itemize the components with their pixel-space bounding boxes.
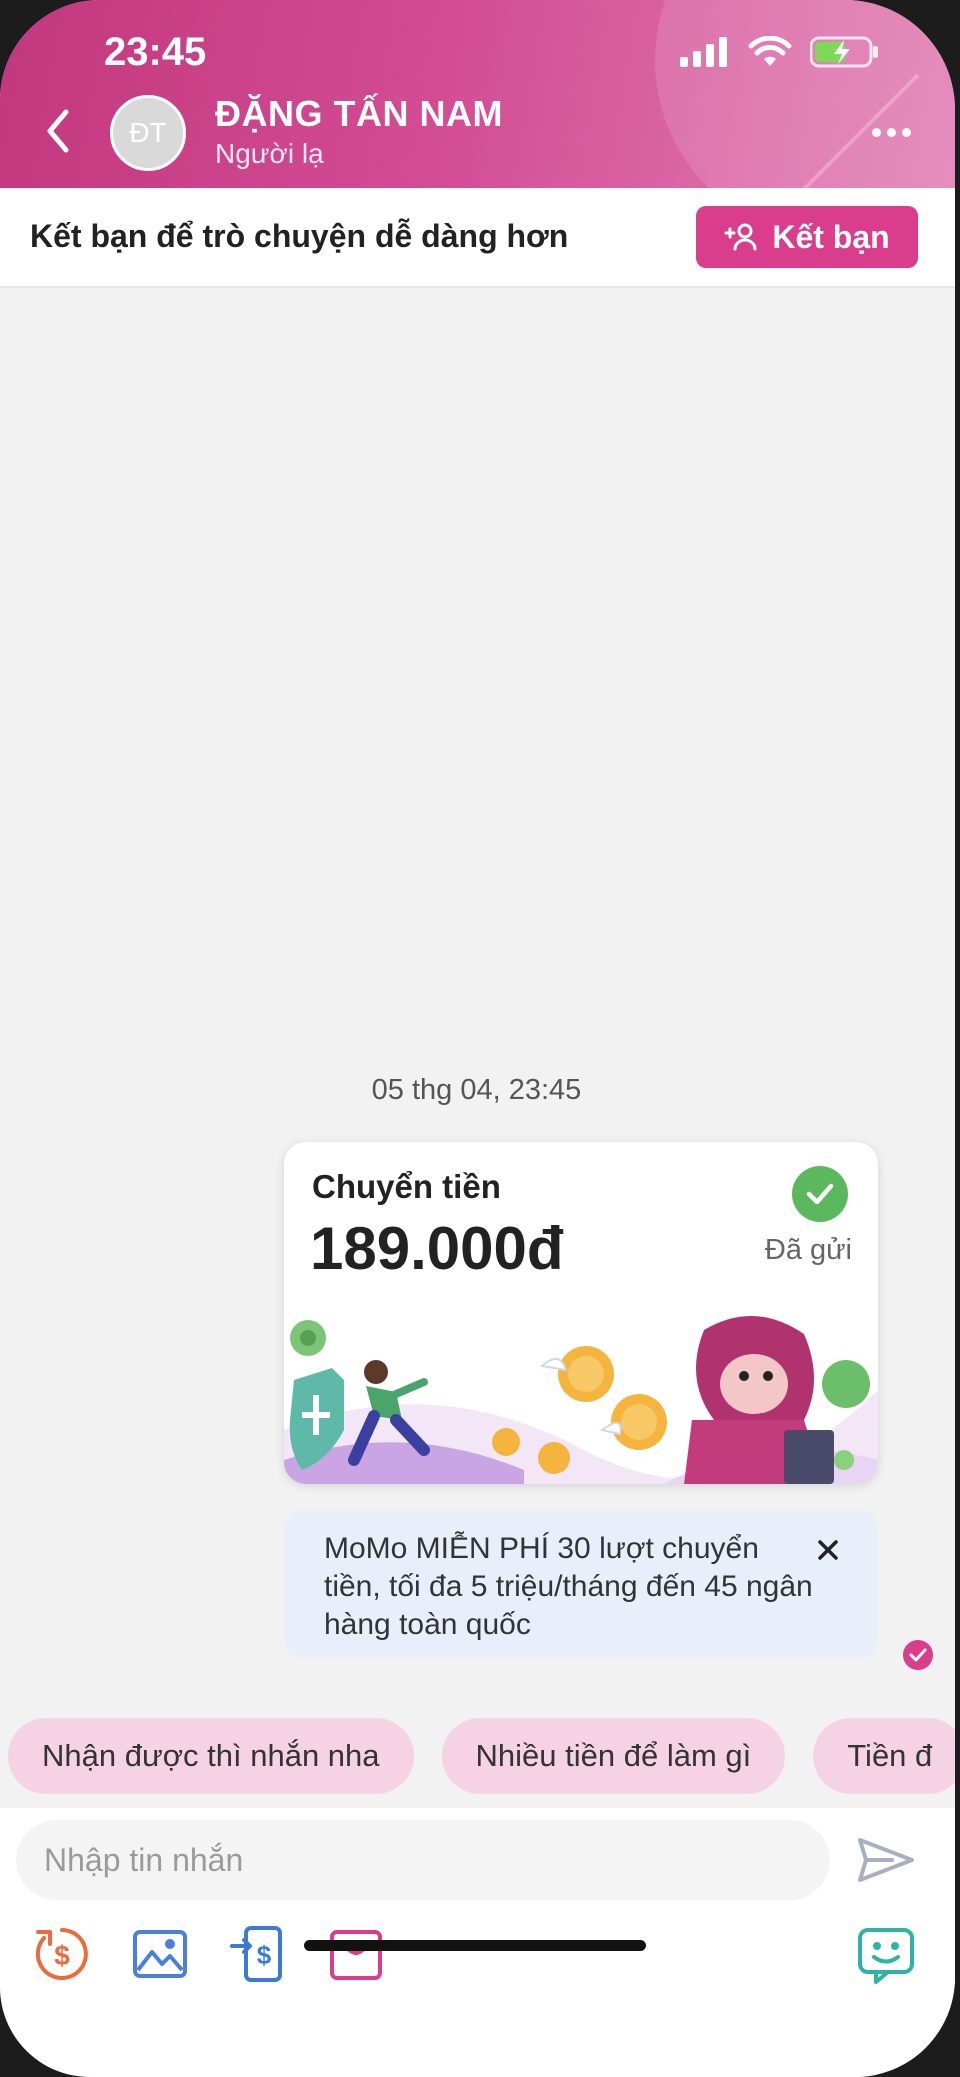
phone-screen: 23:45 ĐT ĐẶNG TẤN NAM Người lạ Kết bạn đ… [0, 0, 955, 2077]
momo-illustration [284, 1315, 878, 1484]
sticker-icon[interactable] [856, 1924, 916, 1984]
message-input[interactable] [16, 1820, 830, 1900]
home-indicator[interactable] [304, 1940, 646, 1951]
transfer-card[interactable]: Chuyển tiền 189.000đ Đã gửi [284, 1142, 878, 1484]
friend-prompt: Kết bạn để trò chuyện dễ dàng hơn [30, 218, 569, 254]
battery-icon [810, 36, 878, 68]
svg-text:$: $ [54, 1940, 70, 1971]
send-icon[interactable] [856, 1834, 916, 1886]
contact-status: Người lạ [215, 138, 324, 169]
transfer-amount: 189.000đ [310, 1215, 564, 1282]
composer: $ $ [0, 1808, 955, 2077]
back-icon[interactable] [38, 106, 78, 156]
quick-reply-chip[interactable]: Tiền đ [813, 1718, 955, 1794]
sent-status-icon [903, 1640, 933, 1670]
more-options-icon[interactable] [872, 128, 911, 137]
chat-header: 23:45 ĐT ĐẶNG TẤN NAM Người lạ [0, 0, 955, 188]
message-timestamp: 05 thg 04, 23:45 [371, 1074, 582, 1106]
check-icon [792, 1166, 848, 1222]
close-icon[interactable] [814, 1536, 842, 1564]
quick-reply-chip[interactable]: Nhiều tiền để làm gì [441, 1718, 786, 1794]
svg-text:$: $ [257, 1940, 272, 1970]
add-friend-label: Kết bạn [772, 218, 890, 255]
image-icon[interactable] [130, 1924, 190, 1984]
contact-name[interactable]: ĐẶNG TẤN NAM [215, 93, 503, 135]
status-time: 23:45 [104, 30, 207, 74]
request-money-icon[interactable]: $ [32, 1924, 92, 1984]
add-user-icon [724, 223, 757, 251]
transfer-money-icon[interactable]: $ [228, 1924, 288, 1984]
quick-replies: Nhận được thì nhắn nha Nhiều tiền để làm… [8, 1718, 955, 1794]
avatar[interactable]: ĐT [110, 95, 186, 171]
transfer-status: Đã gửi [764, 1234, 852, 1266]
signal-icon [680, 37, 727, 67]
gift-box-icon[interactable] [326, 1924, 386, 1984]
friend-suggestion-bar: Kết bạn để trò chuyện dễ dàng hơn Kết bạ… [0, 188, 955, 288]
promo-banner[interactable]: MoMo MIỄN PHÍ 30 lượt chuyển tiền, tối đ… [284, 1510, 878, 1658]
wifi-icon [748, 36, 792, 66]
add-friend-button[interactable]: Kết bạn [696, 206, 918, 268]
quick-reply-chip[interactable]: Nhận được thì nhắn nha [8, 1718, 414, 1794]
status-icons [680, 36, 880, 68]
transfer-title: Chuyển tiền [312, 1168, 501, 1205]
promo-text: MoMo MIỄN PHÍ 30 lượt chuyển tiền, tối đ… [324, 1532, 813, 1641]
